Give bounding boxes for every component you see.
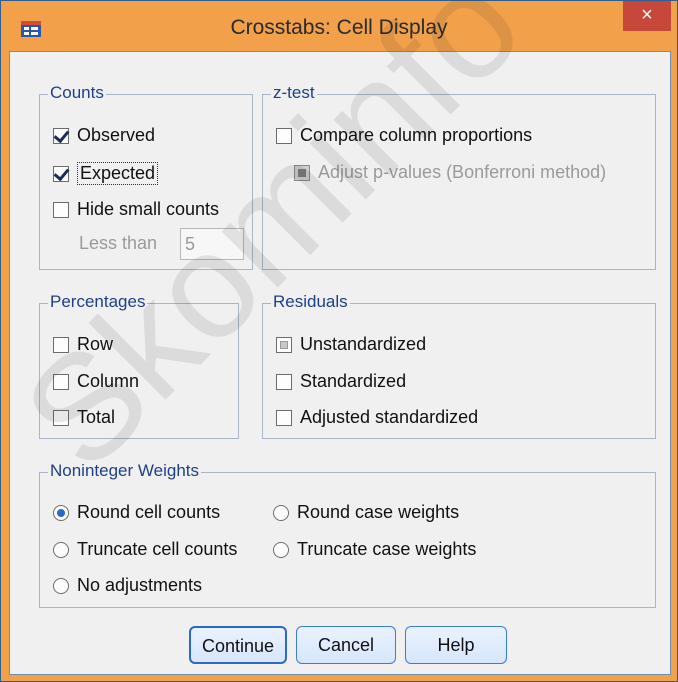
checkbox-unchecked-icon	[276, 409, 292, 426]
checkbox-checked-icon	[53, 127, 69, 144]
unstandardized-label: Unstandardized	[300, 334, 427, 354]
dialog-body: Counts Observed Expected Hide small coun…	[9, 51, 671, 675]
checkbox-unchecked-icon	[53, 409, 69, 426]
no-adjustments-radio[interactable]: No adjustments	[53, 575, 202, 596]
total-checkbox[interactable]: Total	[53, 407, 115, 428]
truncate-cell-counts-label: Truncate cell counts	[77, 539, 238, 559]
compare-column-proportions-checkbox[interactable]: Compare column proportions	[276, 125, 532, 146]
adjust-p-values-checkbox: Adjust p-values (Bonferroni method)	[294, 162, 606, 183]
round-case-weights-radio[interactable]: Round case weights	[273, 502, 459, 523]
checkbox-checked-icon	[53, 165, 69, 182]
percentages-group-title: Percentages	[48, 292, 148, 312]
window-title: Crosstabs: Cell Display	[230, 16, 448, 39]
cancel-button[interactable]: Cancel	[296, 626, 396, 664]
less-than-input[interactable]: 5	[180, 228, 244, 260]
checkbox-disabled-icon	[294, 164, 310, 181]
help-button[interactable]: Help	[405, 626, 507, 664]
observed-label: Observed	[77, 125, 156, 145]
expected-checkbox[interactable]: Expected	[53, 162, 159, 185]
residuals-group-title: Residuals	[271, 292, 350, 312]
ztest-group-title: z-test	[271, 83, 317, 103]
radio-unselected-icon	[273, 504, 289, 521]
counts-group-title: Counts	[48, 83, 106, 103]
close-button[interactable]: ×	[623, 1, 671, 31]
standardized-label: Standardized	[300, 371, 407, 391]
hide-small-counts-checkbox[interactable]: Hide small counts	[53, 199, 219, 220]
total-label: Total	[77, 407, 116, 427]
no-adjustments-label: No adjustments	[77, 575, 203, 595]
truncate-case-weights-label: Truncate case weights	[297, 539, 477, 559]
checkbox-unchecked-icon	[276, 127, 292, 144]
truncate-case-weights-radio[interactable]: Truncate case weights	[273, 539, 476, 560]
checkbox-unchecked-icon	[53, 336, 69, 353]
adjusted-standardized-checkbox[interactable]: Adjusted standardized	[276, 407, 478, 428]
hide-small-counts-label: Hide small counts	[77, 199, 220, 219]
checkbox-unchecked-icon	[276, 373, 292, 390]
dialog-window: Crosstabs: Cell Display × Counts Observe…	[0, 0, 678, 682]
radio-unselected-icon	[53, 577, 69, 594]
checkbox-unchecked-icon	[53, 373, 69, 390]
round-cell-counts-radio[interactable]: Round cell counts	[53, 502, 220, 523]
compare-column-proportions-label: Compare column proportions	[300, 125, 533, 145]
less-than-label: Less than	[79, 233, 158, 253]
expected-label: Expected	[77, 162, 159, 185]
round-cell-counts-label: Round cell counts	[77, 502, 221, 522]
observed-checkbox[interactable]: Observed	[53, 125, 155, 146]
adjusted-standardized-label: Adjusted standardized	[300, 407, 479, 427]
checkbox-unchecked-icon	[53, 201, 69, 218]
standardized-checkbox[interactable]: Standardized	[276, 371, 406, 392]
row-label: Row	[77, 334, 114, 354]
unstandardized-checkbox[interactable]: Unstandardized	[276, 334, 426, 355]
title-bar[interactable]: Crosstabs: Cell Display ×	[1, 1, 677, 51]
truncate-cell-counts-radio[interactable]: Truncate cell counts	[53, 539, 237, 560]
row-checkbox[interactable]: Row	[53, 334, 113, 355]
radio-selected-icon	[53, 504, 69, 521]
radio-unselected-icon	[273, 541, 289, 558]
noninteger-weights-group-title: Noninteger Weights	[48, 461, 201, 481]
checkbox-hover-icon	[276, 336, 292, 353]
adjust-p-values-label: Adjust p-values (Bonferroni method)	[318, 162, 607, 182]
column-checkbox[interactable]: Column	[53, 371, 139, 392]
column-label: Column	[77, 371, 140, 391]
round-case-weights-label: Round case weights	[297, 502, 460, 522]
continue-button[interactable]: Continue	[189, 626, 287, 664]
radio-unselected-icon	[53, 541, 69, 558]
